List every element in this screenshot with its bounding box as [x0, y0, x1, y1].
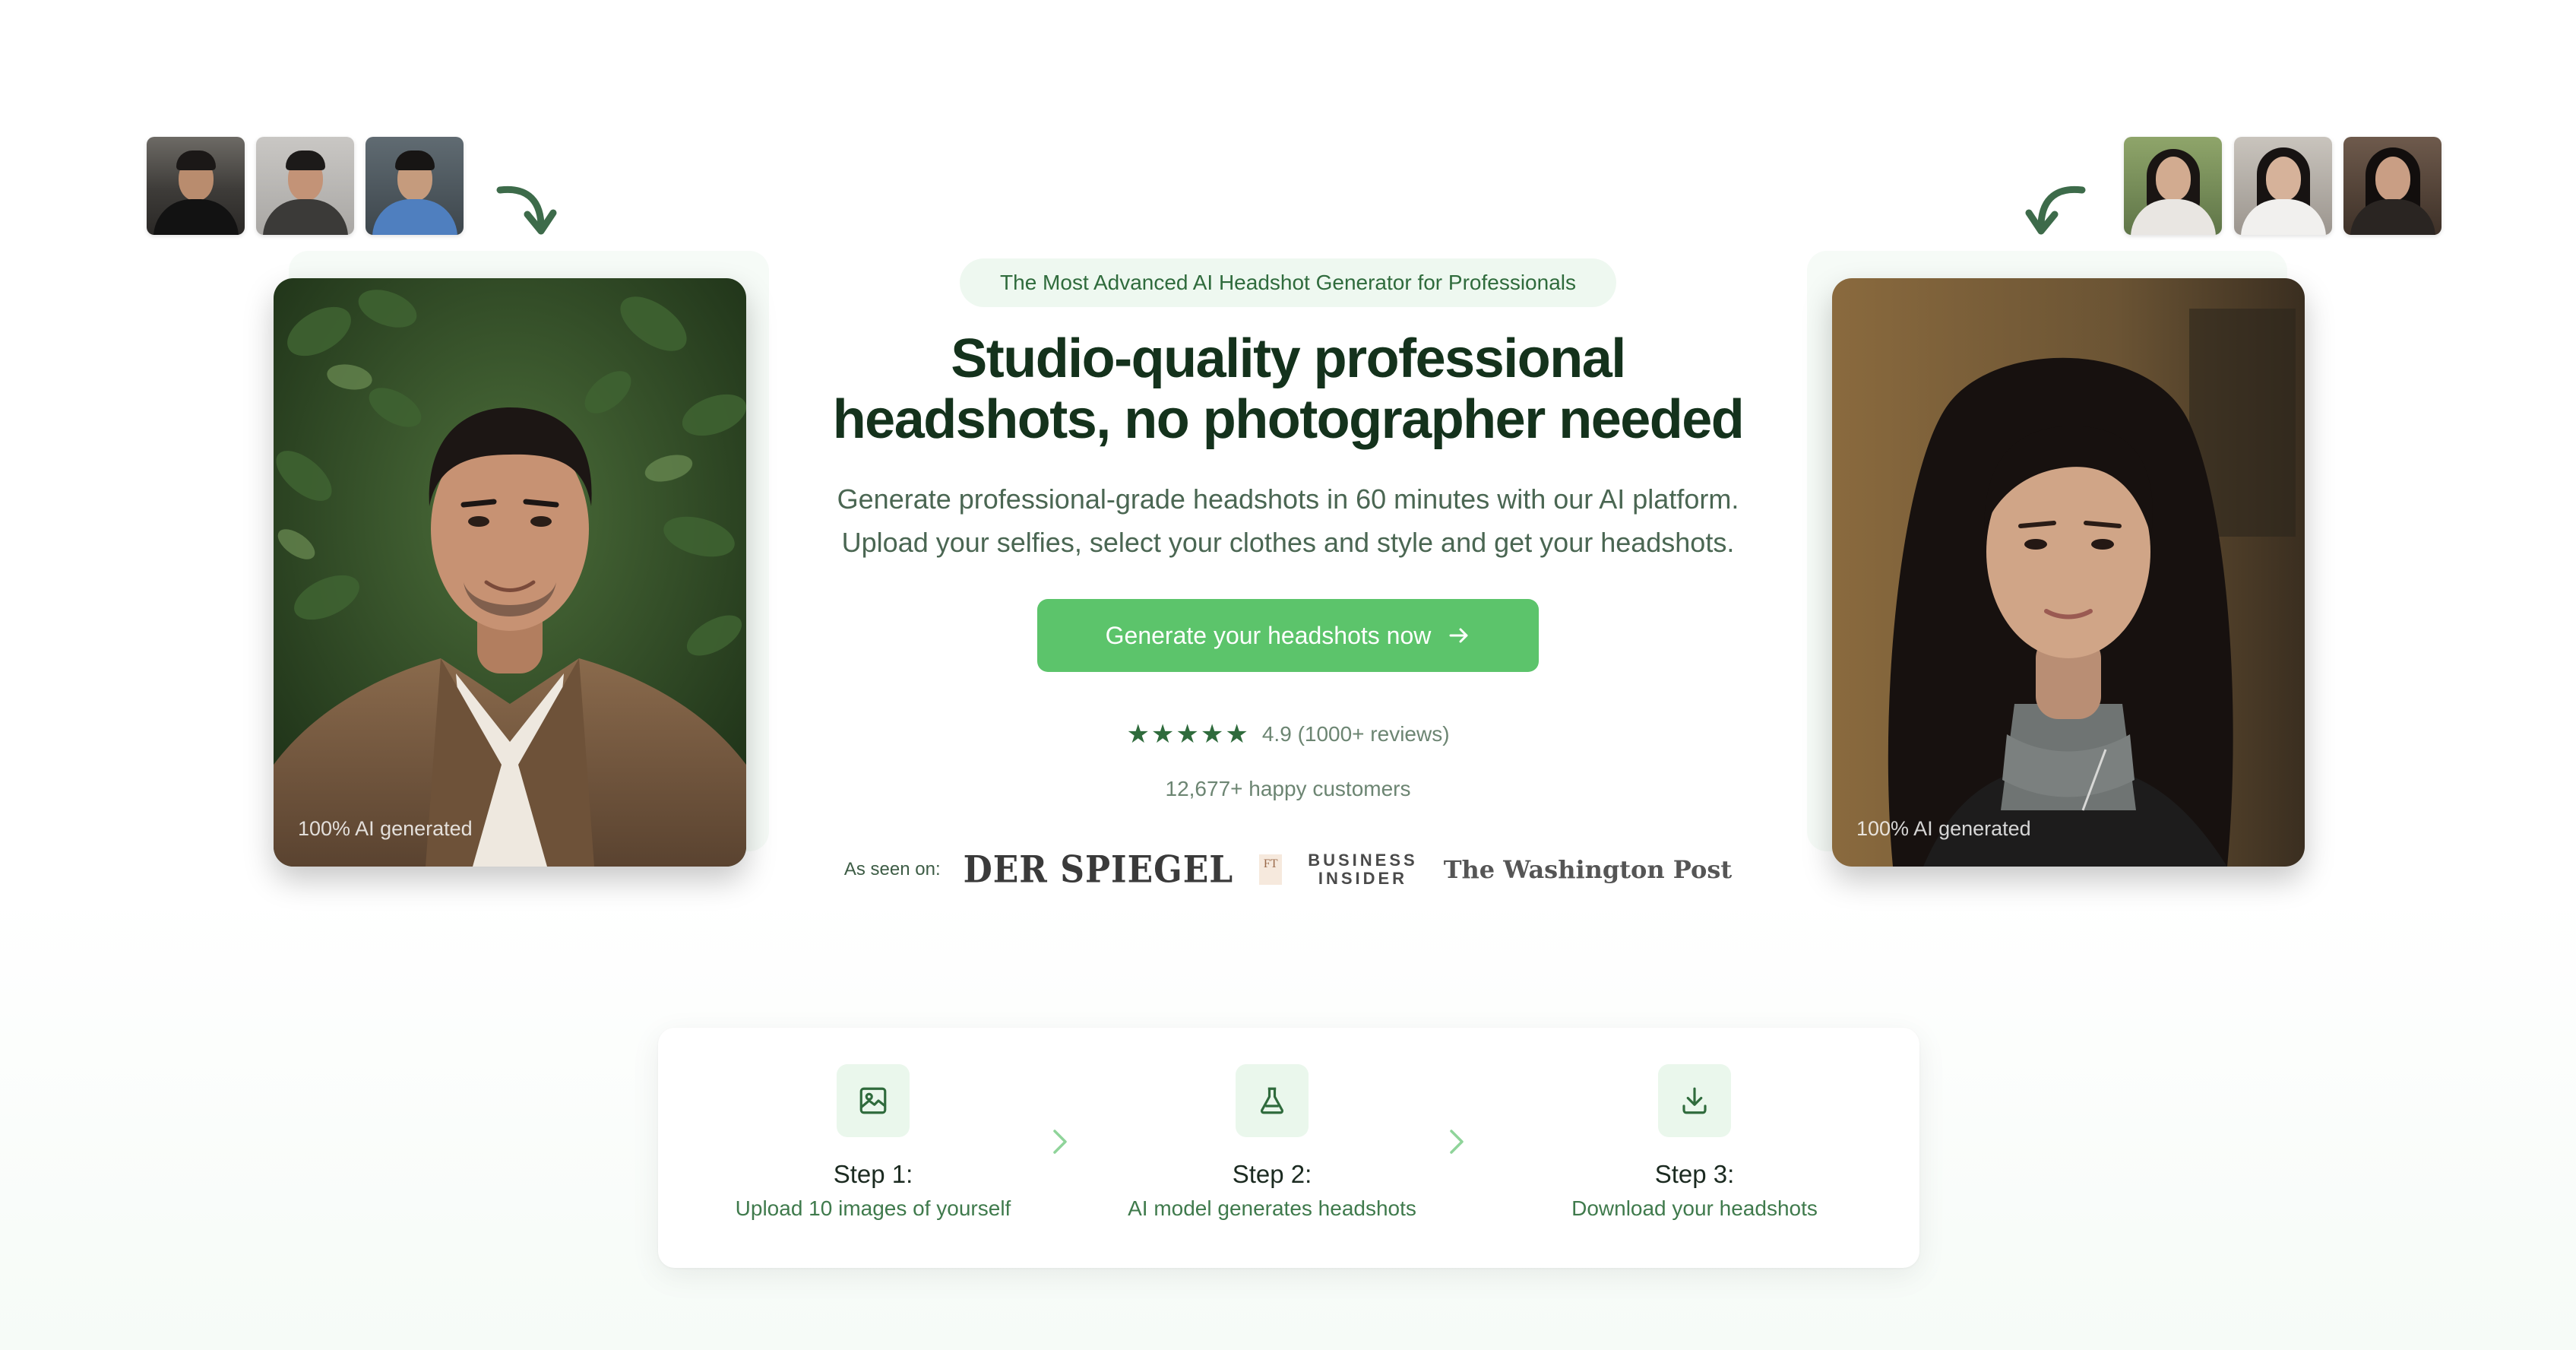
page-title: Studio-quality professional headshots, n… — [760, 328, 1816, 450]
generate-headshots-button[interactable]: Generate your headshots now — [1037, 599, 1539, 672]
male-headshot-illustration — [274, 278, 746, 867]
step-2-icon-box — [1236, 1064, 1309, 1137]
chevron-right-icon — [1450, 1130, 1464, 1154]
customers-count: 12,677+ happy customers — [1165, 777, 1411, 800]
selfie-thumbnail-female-1 — [2124, 137, 2222, 235]
step-3-description: Download your headshots — [1571, 1196, 1818, 1220]
chevron-right-icon — [1053, 1130, 1067, 1154]
step-3-title: Step 3: — [1654, 1160, 1735, 1188]
how-it-works-panel: Step 1: Upload 10 images of yourself Ste… — [658, 1028, 1919, 1268]
download-icon — [1682, 1087, 1707, 1114]
step-2-title: Step 2: — [1232, 1160, 1312, 1188]
ai-headshot-example-female: 100% AI generated — [1832, 278, 2305, 867]
step-1-description: Upload 10 images of yourself — [735, 1196, 1011, 1220]
title-line-2: headshots, no photographer needed — [832, 389, 1745, 450]
female-headshot-illustration — [1832, 278, 2305, 867]
selfie-thumbnail-female-3 — [2343, 137, 2442, 235]
step-1: Step 1: Upload 10 images of yourself — [683, 1064, 1063, 1221]
washington-post-logo: The Washington Post — [1443, 855, 1733, 884]
cta-label: Generate your headshots now — [1105, 621, 1432, 649]
step-1-title: Step 1: — [833, 1160, 913, 1188]
step-2-description: AI model generates headshots — [1128, 1196, 1416, 1220]
ai-generated-caption: 100% AI generated — [1856, 817, 2031, 840]
ai-headshot-example-male: 100% AI generated — [274, 278, 746, 867]
arrow-right-icon — [1449, 628, 1468, 643]
der-spiegel-logo: DER SPIEGEL — [963, 848, 1234, 892]
subtitle-line-1: Generate professional-grade headshots in… — [837, 483, 1739, 515]
hero-badge: The Most Advanced AI Headshot Generator … — [960, 258, 1616, 307]
selfie-thumbnail-male-1 — [147, 137, 245, 235]
step-1-icon-box — [837, 1064, 910, 1137]
star-rating-icon: ★★★★★ — [1126, 720, 1250, 749]
selfie-thumbnail-male-2 — [256, 137, 354, 235]
image-icon — [859, 1087, 887, 1114]
rating-text: 4.9 (1000+ reviews) — [1261, 722, 1450, 746]
curved-arrow-down-left-icon — [2025, 185, 2086, 235]
business-insider-logo: BUSINESS INSIDER — [1308, 851, 1418, 888]
subtitle-line-2: Upload your selfies, select your clothes… — [841, 527, 1735, 558]
step-2: Step 2: AI model generates headshots — [1082, 1064, 1462, 1221]
as-seen-on-label: As seen on: — [843, 859, 941, 879]
flask-icon — [1260, 1087, 1284, 1114]
ai-generated-caption: 100% AI generated — [298, 817, 473, 840]
step-3-icon-box — [1658, 1064, 1731, 1137]
curved-arrow-down-right-icon — [496, 185, 557, 235]
title-line-1: Studio-quality professional — [951, 328, 1626, 389]
as-seen-on-row: As seen on: DER SPIEGEL FT BUSINESS INSI… — [760, 845, 1816, 894]
selfie-thumbnail-female-2 — [2234, 137, 2332, 235]
rating-row: ★★★★★ 4.9 (1000+ reviews) — [760, 719, 1816, 749]
hero-subtitle: Generate professional-grade headshots in… — [760, 477, 1816, 564]
financial-times-logo: FT — [1259, 854, 1283, 885]
step-3: Step 3: Download your headshots — [1505, 1064, 1885, 1221]
selfie-thumbnail-male-3 — [366, 137, 464, 235]
